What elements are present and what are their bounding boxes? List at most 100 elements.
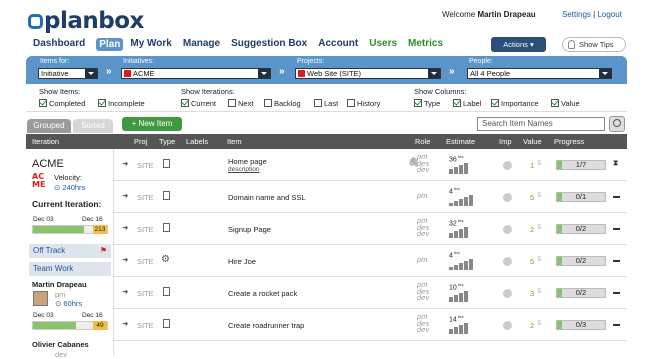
collapse-dash-icon[interactable] [613, 228, 620, 230]
opt-value[interactable]: Value [551, 99, 580, 108]
item-name[interactable]: Domain name and SSL [228, 193, 306, 202]
item-name[interactable]: Home page [228, 157, 267, 166]
people-select[interactable]: All 4 People [467, 68, 612, 79]
initiative-name[interactable]: ACME [32, 158, 64, 170]
importance-circle-icon[interactable] [503, 161, 512, 170]
tab-grouped[interactable]: Grouped [27, 119, 71, 133]
opt-last[interactable]: Last [314, 99, 338, 108]
checkbox[interactable] [347, 99, 355, 107]
tab-sorted[interactable]: Sorted [73, 119, 113, 133]
estimate-bars[interactable] [449, 322, 468, 334]
search-input[interactable]: Search Item Names [477, 117, 605, 131]
progress-bar[interactable]: 0/2 [556, 256, 606, 266]
opt-incomplete[interactable]: Incomplete [98, 99, 145, 108]
importance-circle-icon[interactable] [503, 289, 512, 298]
checkbox[interactable] [314, 99, 322, 107]
checkbox[interactable] [414, 99, 422, 107]
off-track-badge[interactable]: Off Track ⚑ [29, 244, 111, 258]
items-for-select[interactable]: Initiative [38, 68, 98, 79]
initiatives-select[interactable]: ACME [121, 68, 271, 79]
nav-metrics[interactable]: Metrics [408, 38, 443, 51]
col-proj: Proj [134, 137, 148, 146]
arrow-right-icon[interactable]: ➜ [122, 255, 128, 264]
planbox-logo[interactable]: planbox [28, 8, 144, 34]
opt-next[interactable]: Next [228, 99, 253, 108]
nav-manage[interactable]: Manage [183, 38, 220, 51]
table-row[interactable]: ➜ SITE Domain name and SSL pm 4 hrs 5 $0/1 [114, 181, 627, 213]
item-name[interactable]: Create roadrunner trap [228, 321, 304, 330]
checkbox[interactable] [228, 99, 236, 107]
arrow-right-icon[interactable]: ➜ [122, 223, 128, 232]
actions-button[interactable]: Actions ▾ [491, 37, 546, 52]
document-icon [163, 287, 170, 296]
progress-bar[interactable]: 0/2 [556, 288, 606, 298]
arrow-right-icon[interactable]: ➜ [122, 287, 128, 296]
new-item-button[interactable]: + New Item [122, 117, 182, 131]
estimate-bars[interactable] [449, 258, 473, 270]
table-row[interactable]: ➜ SITE ⚙ Hire Joe pm 4 hrs 5 $0/2 [114, 245, 627, 277]
checkbox[interactable] [453, 99, 461, 107]
search-icon[interactable] [609, 116, 625, 132]
progress-bar[interactable]: 0/2 [556, 224, 606, 234]
collapse-dash-icon[interactable] [613, 292, 620, 294]
dollar-icon[interactable]: $ [537, 318, 541, 327]
item-name[interactable]: Create a rocket pack [228, 289, 297, 298]
collapse-dash-icon[interactable] [613, 324, 620, 326]
checkbox[interactable] [551, 99, 559, 107]
table-row[interactable]: ➜ SITE Create a rocket pack pm des dev 10 hrs 3… [114, 277, 627, 309]
nav-dashboard[interactable]: Dashboard [33, 38, 85, 51]
item-description-link[interactable]: description [228, 166, 259, 173]
checkbox[interactable] [181, 99, 189, 107]
projects-select[interactable]: Web Site (SITE) [295, 68, 441, 79]
opt-completed[interactable]: Completed [39, 99, 85, 108]
table-row[interactable]: ➜ SITE Create roadrunner trap pm des dev 14 hr… [114, 309, 627, 341]
team-work-header[interactable]: Team Work [29, 262, 111, 276]
checkbox[interactable] [98, 99, 106, 107]
hourglass-icon[interactable]: ⧗ [613, 158, 618, 168]
item-name[interactable]: Hire Joe [228, 257, 256, 266]
arrow-right-icon[interactable]: ➜ [122, 191, 128, 200]
opt-current[interactable]: Current [181, 99, 216, 108]
opt-history[interactable]: History [347, 99, 380, 108]
item-name[interactable]: Signup Page [228, 225, 271, 234]
opt-importance[interactable]: Importance [491, 99, 539, 108]
importance-circle-icon[interactable] [503, 193, 512, 202]
nav-account[interactable]: Account [318, 38, 358, 51]
nav-suggestion-box[interactable]: Suggestion Box [231, 38, 307, 51]
estimate-bars[interactable] [449, 194, 473, 206]
col-estimate: Estimate [446, 137, 476, 146]
importance-circle-icon[interactable] [503, 321, 512, 330]
collapse-dash-icon[interactable] [613, 196, 620, 198]
checkbox[interactable] [491, 99, 499, 107]
nav-users[interactable]: Users [369, 38, 397, 51]
estimate-bars[interactable] [449, 162, 468, 174]
dollar-icon[interactable]: $ [537, 254, 541, 263]
table-row[interactable]: ➜ SITE Signup Page pm des dev 32 hrs 2 $0/2 [114, 213, 627, 245]
nav-my-work[interactable]: My Work [130, 38, 172, 51]
importance-circle-icon[interactable] [503, 225, 512, 234]
checkbox[interactable] [39, 99, 47, 107]
progress-bar[interactable]: 0/1 [556, 192, 606, 202]
progress-bar[interactable]: 0/3 [556, 320, 606, 330]
estimate-bars[interactable] [449, 226, 468, 238]
opt-backlog[interactable]: Backlog [264, 99, 301, 108]
people-label: People: [469, 58, 493, 65]
checkbox[interactable] [264, 99, 272, 107]
opt-type[interactable]: Type [414, 99, 440, 108]
estimate-bars[interactable] [449, 290, 468, 302]
dollar-icon[interactable]: $ [537, 190, 541, 199]
progress-bar[interactable]: 1/7 [556, 160, 606, 170]
dollar-icon[interactable]: $ [537, 158, 541, 167]
arrow-right-icon[interactable]: ➜ [122, 319, 128, 328]
dollar-icon[interactable]: $ [537, 286, 541, 295]
logout-link[interactable]: Logout [597, 10, 621, 19]
nav-plan[interactable]: Plan [96, 38, 124, 51]
collapse-dash-icon[interactable] [613, 260, 620, 262]
show-tips-button[interactable]: Show Tips [562, 37, 626, 52]
importance-circle-icon[interactable] [503, 257, 512, 266]
opt-label[interactable]: Label [453, 99, 481, 108]
settings-link[interactable]: Settings [562, 10, 591, 19]
arrow-right-icon[interactable]: ➜ [122, 159, 128, 168]
dollar-icon[interactable]: $ [537, 222, 541, 231]
table-row[interactable]: ➜ SITE Home page description 🖇 pm des dev 36 hrs… [114, 149, 627, 181]
